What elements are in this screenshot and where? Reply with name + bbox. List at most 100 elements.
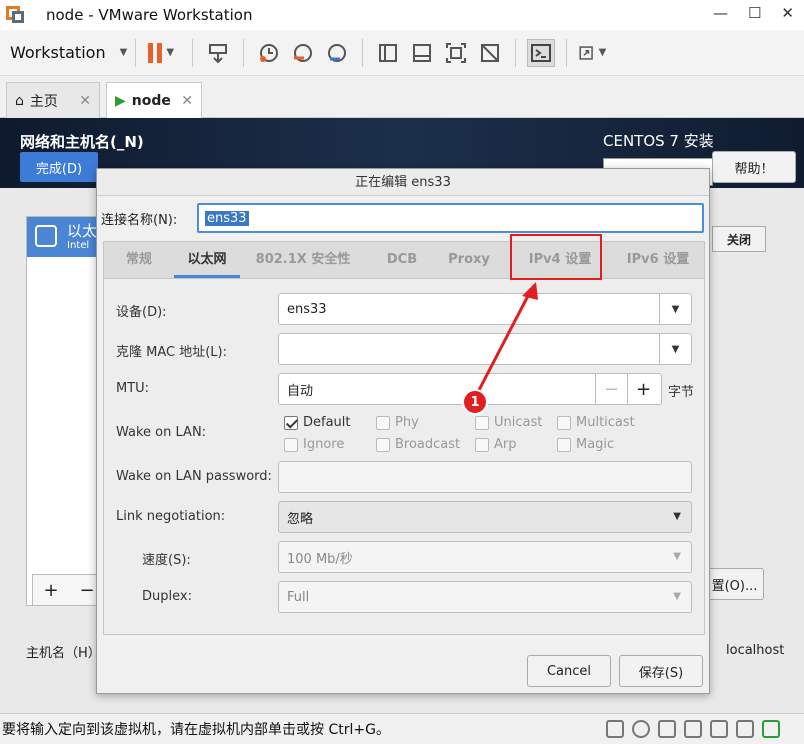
nic-list-item[interactable]: 以太 Intel xyxy=(27,217,107,257)
close-icon[interactable]: ✕ xyxy=(79,93,91,109)
sidebar-view-icon[interactable] xyxy=(374,39,402,67)
settings-tabs: 常规 以太网 802.1X 安全性 DCB Proxy IPv4 设置 IPv6… xyxy=(103,241,705,279)
pause-icon[interactable]: ▼ xyxy=(147,39,175,67)
status-bar: 要将输入定向到该虚拟机，请在虚拟机内部单击或按 Ctrl+G。 xyxy=(0,713,804,744)
unity-icon[interactable] xyxy=(476,39,504,67)
conn-name-input[interactable]: ens33 xyxy=(197,203,704,233)
page-title: 网络和主机名(_N) xyxy=(20,133,144,151)
console-icon[interactable] xyxy=(527,38,556,67)
done-button[interactable]: 完成(D) xyxy=(20,152,98,182)
wol-magic-checkbox[interactable]: Magic xyxy=(557,437,614,452)
close-icon[interactable]: ✕ xyxy=(781,4,794,22)
duplex-value: Full xyxy=(287,589,310,605)
nic-toggle-button[interactable]: 关闭 xyxy=(712,226,766,252)
chevron-down-icon: ▼ xyxy=(673,551,681,562)
nic-name: 以太 xyxy=(67,222,98,240)
wol-unicast-checkbox[interactable]: Unicast xyxy=(475,415,542,430)
tab-home[interactable]: ⌂ 主页 ✕ xyxy=(6,82,100,118)
wol-broadcast-checkbox[interactable]: Broadcast xyxy=(376,437,460,452)
add-nic-button[interactable]: + xyxy=(33,580,69,601)
tab-8021x-security[interactable]: 802.1X 安全性 xyxy=(246,242,360,278)
chevron-down-icon: ▼ xyxy=(673,511,681,522)
mac-label: 克隆 MAC 地址(L): xyxy=(116,345,227,360)
tab-home-label: 主页 xyxy=(29,93,58,110)
mtu-label: MTU: xyxy=(116,381,150,396)
configure-button[interactable]: 置(O)... xyxy=(706,568,764,600)
save-button[interactable]: 保存(S) xyxy=(619,655,703,687)
printer-icon[interactable] xyxy=(684,720,702,738)
hard-disk-icon[interactable] xyxy=(606,720,624,738)
mac-combo[interactable]: ▼ xyxy=(278,333,692,365)
tab-node[interactable]: ▶ node ✕ xyxy=(106,82,202,118)
wol-phy-checkbox[interactable]: Phy xyxy=(376,415,419,430)
wol-multicast-checkbox[interactable]: Multicast xyxy=(557,415,635,430)
link-negotiation-label: Link negotiation: xyxy=(116,509,226,524)
snapshot-icon[interactable] xyxy=(255,39,283,67)
link-negotiation-select[interactable]: 忽略 ▼ xyxy=(278,501,692,533)
tab-proxy[interactable]: Proxy xyxy=(438,242,500,278)
speed-value: 100 Mb/秒 xyxy=(287,551,353,567)
wol-password-input[interactable] xyxy=(278,461,692,493)
minimize-icon[interactable]: — xyxy=(713,4,728,22)
wol-multicast-label: Multicast xyxy=(576,415,635,430)
fullscreen-icon[interactable] xyxy=(442,39,470,67)
toolbar: Workstation ▼ ▼ ▼ xyxy=(0,30,804,76)
tab-dcb[interactable]: DCB xyxy=(374,242,430,278)
vmware-logo-icon xyxy=(6,6,28,24)
ethernet-panel: 设备(D): ens33 ▼ 克隆 MAC 地址(L): ▼ MTU: 自动 −… xyxy=(103,279,705,635)
wol-arp-checkbox[interactable]: Arp xyxy=(475,437,517,452)
snapshot-manager-icon[interactable] xyxy=(323,39,351,67)
chevron-down-icon: ▼ xyxy=(119,47,128,58)
add-remove-buttons: + − xyxy=(32,574,106,606)
conn-name-value: ens33 xyxy=(205,210,249,226)
wol-arp-label: Arp xyxy=(494,437,517,452)
duplex-select[interactable]: Full ▼ xyxy=(278,581,692,613)
chevron-down-icon[interactable]: ▼ xyxy=(659,334,691,364)
stretch-icon[interactable]: ▼ xyxy=(578,39,606,67)
wol-ignore-checkbox[interactable]: Ignore xyxy=(284,437,344,452)
window-title: node - VMware Workstation xyxy=(46,6,253,24)
sound-icon[interactable] xyxy=(710,720,728,738)
network-adapter-icon[interactable] xyxy=(658,720,676,738)
send-ctrl-alt-del-icon[interactable] xyxy=(204,39,232,67)
help-button[interactable]: 帮助！ xyxy=(712,151,796,183)
tab-general[interactable]: 常规 xyxy=(108,242,170,278)
annotation-highlight-box xyxy=(510,234,602,280)
wol-ignore-label: Ignore xyxy=(303,437,345,452)
title-bar: node - VMware Workstation — ☐ ✕ xyxy=(0,0,804,30)
chevron-down-icon: ▼ xyxy=(673,591,681,602)
mtu-unit: 字节 xyxy=(668,385,695,400)
speed-select[interactable]: 100 Mb/秒 ▼ xyxy=(278,541,692,573)
device-label: 设备(D): xyxy=(116,305,167,320)
close-icon[interactable]: ✕ xyxy=(181,93,193,109)
annotation-badge: 1 xyxy=(462,389,488,415)
status-text: 要将输入定向到该虚拟机，请在虚拟机内部单击或按 Ctrl+G。 xyxy=(2,722,390,738)
message-log-icon[interactable] xyxy=(762,720,780,738)
mtu-increment-button[interactable]: + xyxy=(627,374,659,404)
link-negotiation-value: 忽略 xyxy=(287,511,314,527)
installer-title: CENTOS 7 安装 xyxy=(603,132,714,150)
hostname-value: localhost xyxy=(726,643,785,658)
tab-ethernet[interactable]: 以太网 xyxy=(174,242,240,278)
wol-unicast-label: Unicast xyxy=(494,415,543,430)
nic-sub: Intel xyxy=(67,240,90,251)
wol-label: Wake on LAN: xyxy=(116,425,207,440)
device-combo[interactable]: ens33 ▼ xyxy=(278,293,692,325)
cd-dvd-icon[interactable] xyxy=(632,720,650,738)
chevron-down-icon[interactable]: ▼ xyxy=(659,294,691,324)
revert-snapshot-icon[interactable] xyxy=(289,39,317,67)
maximize-icon[interactable]: ☐ xyxy=(748,4,761,22)
tab-ipv6-settings[interactable]: IPv6 设置 xyxy=(612,242,704,278)
wol-phy-label: Phy xyxy=(395,415,419,430)
home-icon: ⌂ xyxy=(15,92,24,109)
hostname-label: 主机名（H） xyxy=(26,646,101,661)
thumbnail-view-icon[interactable] xyxy=(408,39,436,67)
workstation-menu[interactable]: Workstation ▼ xyxy=(10,43,127,62)
cancel-button[interactable]: Cancel xyxy=(527,655,611,687)
wol-default-checkbox[interactable]: Default xyxy=(284,415,351,430)
wol-password-label: Wake on LAN password: xyxy=(116,469,272,484)
display-icon[interactable] xyxy=(736,720,754,738)
edit-connection-dialog: 正在编辑 ens33 连接名称(N): ens33 常规 以太网 802.1X … xyxy=(96,168,710,694)
wol-magic-label: Magic xyxy=(576,437,615,452)
mtu-decrement-button[interactable]: − xyxy=(595,374,627,404)
